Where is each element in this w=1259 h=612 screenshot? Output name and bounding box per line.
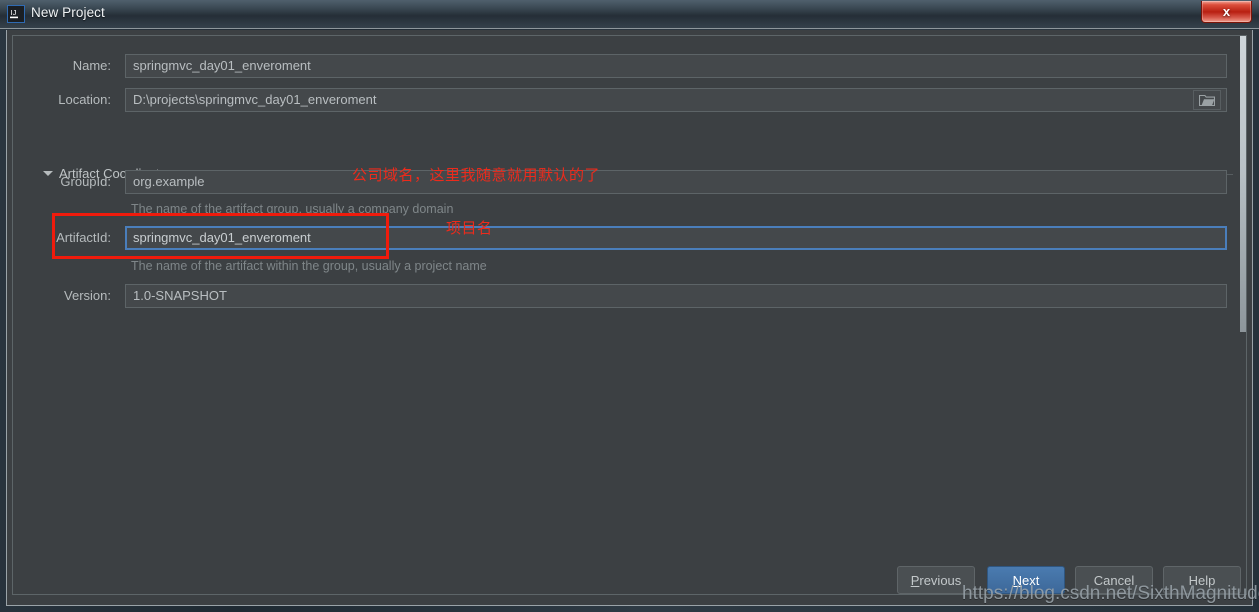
version-row: Version: 1.0-SNAPSHOT — [13, 284, 1233, 308]
name-row: Name: springmvc_day01_enveroment — [13, 54, 1233, 78]
groupid-input[interactable]: org.example — [125, 170, 1227, 194]
version-input[interactable]: 1.0-SNAPSHOT — [125, 284, 1227, 308]
name-label: Name: — [72, 58, 111, 73]
close-icon: x — [1222, 4, 1231, 19]
groupid-label: GroupId: — [60, 174, 111, 189]
svg-text:IJ: IJ — [11, 8, 17, 17]
annotation-text-company-domain: 公司域名，这里我随意就用默认的了 — [352, 166, 601, 184]
watermark-url: https://blog.csdn.net/SixthMagnitude — [962, 583, 1259, 604]
window-title: New Project — [31, 5, 105, 20]
version-label: Version: — [64, 288, 111, 303]
groupid-hint: The name of the artifact group, usually … — [131, 202, 454, 216]
dialog-content-pane: Name: springmvc_day01_enveroment Locatio… — [12, 35, 1247, 595]
previous-button-label: Previous — [910, 572, 962, 588]
artifactid-input[interactable]: springmvc_day01_enveroment — [125, 226, 1227, 250]
right-edge-scrollbar[interactable] — [1240, 36, 1246, 332]
location-input[interactable]: D:\projects\springmvc_day01_enveroment — [125, 88, 1227, 112]
dialog-frame: Name: springmvc_day01_enveroment Locatio… — [6, 30, 1253, 606]
location-label: Location: — [58, 92, 111, 107]
close-button[interactable]: x — [1201, 1, 1252, 23]
title-bar[interactable]: IJ New Project x — [0, 0, 1259, 29]
annotation-text-project-name: 项目名 — [446, 219, 493, 237]
artifactid-row: ArtifactId: springmvc_day01_enveroment — [13, 226, 1233, 250]
folder-icon[interactable] — [1193, 90, 1221, 110]
artifactid-label: ArtifactId: — [56, 230, 111, 245]
title-bar-gradient — [0, 0, 1259, 28]
intellij-idea-icon: IJ — [7, 5, 25, 23]
artifactid-hint: The name of the artifact within the grou… — [131, 259, 487, 273]
name-input[interactable]: springmvc_day01_enveroment — [125, 54, 1227, 78]
location-row: Location: D:\projects\springmvc_day01_en… — [13, 88, 1233, 112]
groupid-row: GroupId: org.example — [13, 170, 1233, 194]
new-project-dialog-window: IJ New Project x Name: springmvc_day01_e… — [0, 0, 1259, 612]
